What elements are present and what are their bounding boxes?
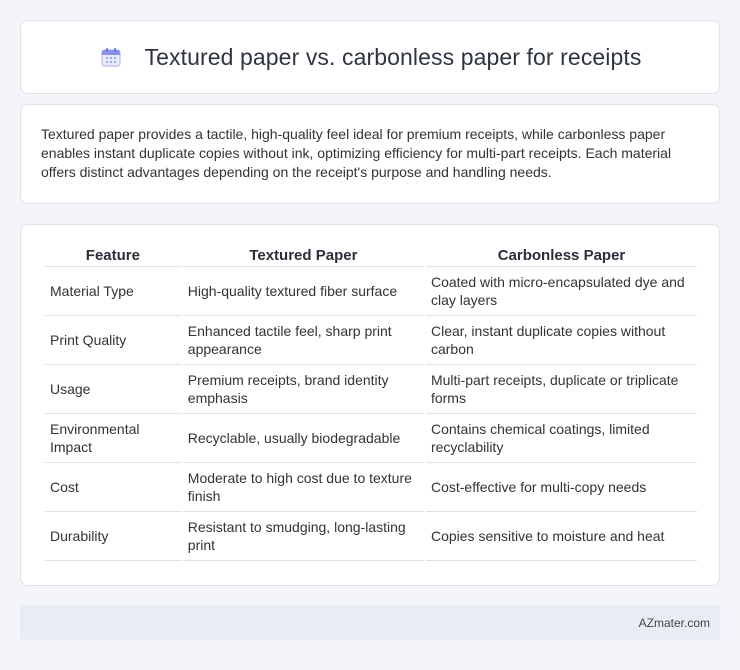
feature-cell: Cost — [45, 463, 181, 512]
column-header-textured-paper: Textured Paper — [182, 245, 424, 267]
comparison-card: Feature Textured Paper Carbonless Paper … — [20, 224, 720, 586]
feature-cell: Durability — [45, 512, 181, 561]
column-header-carbonless-paper: Carbonless Paper — [425, 245, 697, 267]
carbonless-paper-cell: Contains chemical coatings, limited recy… — [425, 414, 697, 463]
carbonless-paper-cell: Cost-effective for multi-copy needs — [425, 463, 697, 512]
feature-cell: Print Quality — [45, 316, 181, 365]
calendar-icon — [101, 48, 120, 67]
table-row: Usage Premium receipts, brand identity e… — [45, 365, 697, 414]
textured-paper-cell: Premium receipts, brand identity emphasi… — [182, 365, 424, 414]
title-card: Textured paper vs. carbonless paper for … — [20, 20, 720, 94]
column-header-feature: Feature — [45, 245, 181, 267]
textured-paper-cell: Enhanced tactile feel, sharp print appea… — [182, 316, 424, 365]
table-row: Material Type High-quality textured fibe… — [45, 267, 697, 316]
table-header-row: Feature Textured Paper Carbonless Paper — [45, 245, 697, 267]
feature-cell: Environmental Impact — [45, 414, 181, 463]
table-row: Environmental Impact Recyclable, usually… — [45, 414, 697, 463]
table-row: Print Quality Enhanced tactile feel, sha… — [45, 316, 697, 365]
intro-paragraph: Textured paper provides a tactile, high-… — [41, 126, 672, 180]
textured-paper-cell: Recyclable, usually biodegradable — [182, 414, 424, 463]
textured-paper-cell: Moderate to high cost due to texture fin… — [182, 463, 424, 512]
footer-bar: AZmater.com — [20, 606, 720, 640]
footer-site-link[interactable]: AZmater.com — [639, 616, 710, 630]
carbonless-paper-cell: Coated with micro-encapsulated dye and c… — [425, 267, 697, 316]
carbonless-paper-cell: Copies sensitive to moisture and heat — [425, 512, 697, 561]
comparison-table: Feature Textured Paper Carbonless Paper … — [43, 245, 699, 561]
table-row: Cost Moderate to high cost due to textur… — [45, 463, 697, 512]
feature-cell: Material Type — [45, 267, 181, 316]
textured-paper-cell: High-quality textured fiber surface — [182, 267, 424, 316]
intro-card: Textured paper provides a tactile, high-… — [20, 104, 720, 204]
table-row: Durability Resistant to smudging, long-l… — [45, 512, 697, 561]
feature-cell: Usage — [45, 365, 181, 414]
textured-paper-cell: Resistant to smudging, long-lasting prin… — [182, 512, 424, 561]
carbonless-paper-cell: Clear, instant duplicate copies without … — [425, 316, 697, 365]
title-row: Textured paper vs. carbonless paper for … — [99, 44, 642, 71]
page-title: Textured paper vs. carbonless paper for … — [144, 43, 642, 70]
carbonless-paper-cell: Multi-part receipts, duplicate or tripli… — [425, 365, 697, 414]
